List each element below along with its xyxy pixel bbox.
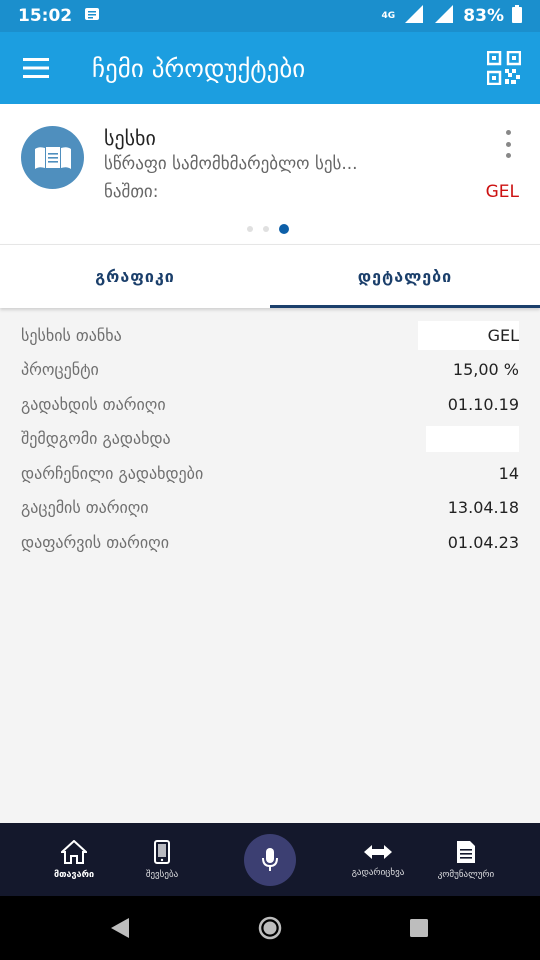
nav-home[interactable]: მთავარი <box>30 823 118 896</box>
qr-code-icon <box>487 51 521 85</box>
money-icon <box>34 146 71 169</box>
product-description: სწრაფი სამომხმარებლო სეს... <box>104 154 358 174</box>
bottom-nav: მთავარი შევსება გადარიცხვა კომუნალური <box>0 823 540 896</box>
more-options-button[interactable] <box>498 130 518 158</box>
status-time: 15:02 <box>18 6 73 26</box>
battery-percent: 83% <box>463 6 504 26</box>
detail-row-loan-amount: სესხის თანხა GEL <box>0 318 540 353</box>
detail-row-interest: პროცენტი 15,00 % <box>0 353 540 388</box>
system-nav-bar <box>0 896 540 960</box>
detail-row-remaining-payments: დარჩენილი გადახდები 14 <box>0 456 540 491</box>
status-bar: 15:02 4G 83% <box>0 0 540 32</box>
nav-transfer[interactable]: გადარიცხვა <box>332 823 424 896</box>
recents-button[interactable] <box>389 896 449 960</box>
home-system-button[interactable] <box>240 896 300 960</box>
voice-button[interactable] <box>244 834 296 886</box>
detail-row-maturity-date: დაფარვის თარიღი 01.04.23 <box>0 525 540 560</box>
balance-label: ნაშთი: <box>104 182 159 202</box>
product-name: სესხი <box>104 126 156 150</box>
app-bar: ჩემი პროდუქტები <box>0 32 540 104</box>
nav-utilities[interactable]: კომუნალური <box>424 823 508 896</box>
nav-label: მთავარი <box>53 869 95 880</box>
bill-icon <box>457 840 475 863</box>
detail-label: გაცემის თარიღი <box>21 498 149 518</box>
balance-currency: GEL <box>485 182 519 202</box>
nav-label: კომუნალური <box>437 869 495 880</box>
message-notification-icon <box>84 6 100 26</box>
product-card[interactable]: სესხი სწრაფი სამომხმარებლო სეს... ნაშთი:… <box>0 104 540 244</box>
detail-value: 01.04.23 <box>447 532 519 552</box>
back-triangle-icon <box>111 918 129 938</box>
microphone-icon <box>262 848 278 871</box>
detail-value: 13.04.18 <box>447 498 519 518</box>
detail-value: 14 <box>498 463 519 483</box>
more-dot <box>505 153 511 158</box>
tab-schedule[interactable]: გრაფიკი <box>0 245 270 308</box>
nav-topup[interactable]: შევსება <box>118 823 206 896</box>
page-title: ჩემი პროდუქტები <box>92 53 306 83</box>
nav-label: გადარიცხვა <box>351 867 405 878</box>
home-circle-icon <box>258 916 282 940</box>
tab-details[interactable]: დეტალები <box>270 245 540 308</box>
signal-icon <box>403 4 425 29</box>
page-dot <box>247 226 253 232</box>
transfer-icon <box>364 844 392 859</box>
detail-label: გადახდის თარიღი <box>21 394 166 414</box>
details-list: სესხის თანხა GEL პროცენტი 15,00 % გადახდ… <box>0 318 540 560</box>
detail-row-next-payment: შემდგომი გადახდა <box>0 422 540 457</box>
detail-row-issue-date: გაცემის თარიღი 13.04.18 <box>0 491 540 526</box>
qr-code-button[interactable] <box>468 32 540 104</box>
recents-square-icon <box>410 919 428 937</box>
network-type: 4G <box>381 10 396 21</box>
signal-icon-2 <box>433 4 455 29</box>
detail-label: პროცენტი <box>21 360 99 380</box>
page-indicator <box>0 224 538 234</box>
detail-label: დარჩენილი გადახდები <box>21 463 204 483</box>
detail-label: შემდგომი გადახდა <box>21 429 171 449</box>
page-dot <box>263 226 269 232</box>
phone-icon <box>154 839 170 864</box>
detail-row-payment-date: გადახდის თარიღი 01.10.19 <box>0 387 540 422</box>
tab-bar: გრაფიკი დეტალები <box>0 244 540 308</box>
detail-label: დაფარვის თარიღი <box>21 532 170 552</box>
hamburger-icon <box>23 58 49 78</box>
product-avatar <box>21 126 84 189</box>
detail-label: სესხის თანხა <box>21 325 122 345</box>
home-icon <box>61 839 87 864</box>
more-dot <box>505 130 511 135</box>
detail-value: GEL <box>417 320 519 350</box>
battery-icon <box>512 4 522 28</box>
nav-label: შევსება <box>145 869 179 880</box>
detail-value: 01.10.19 <box>447 394 519 414</box>
page-dot <box>279 224 289 234</box>
detail-value: 15,00 % <box>452 360 519 380</box>
back-button[interactable] <box>90 896 150 960</box>
detail-value <box>426 425 519 452</box>
more-dot <box>505 141 511 147</box>
menu-button[interactable] <box>0 32 72 104</box>
